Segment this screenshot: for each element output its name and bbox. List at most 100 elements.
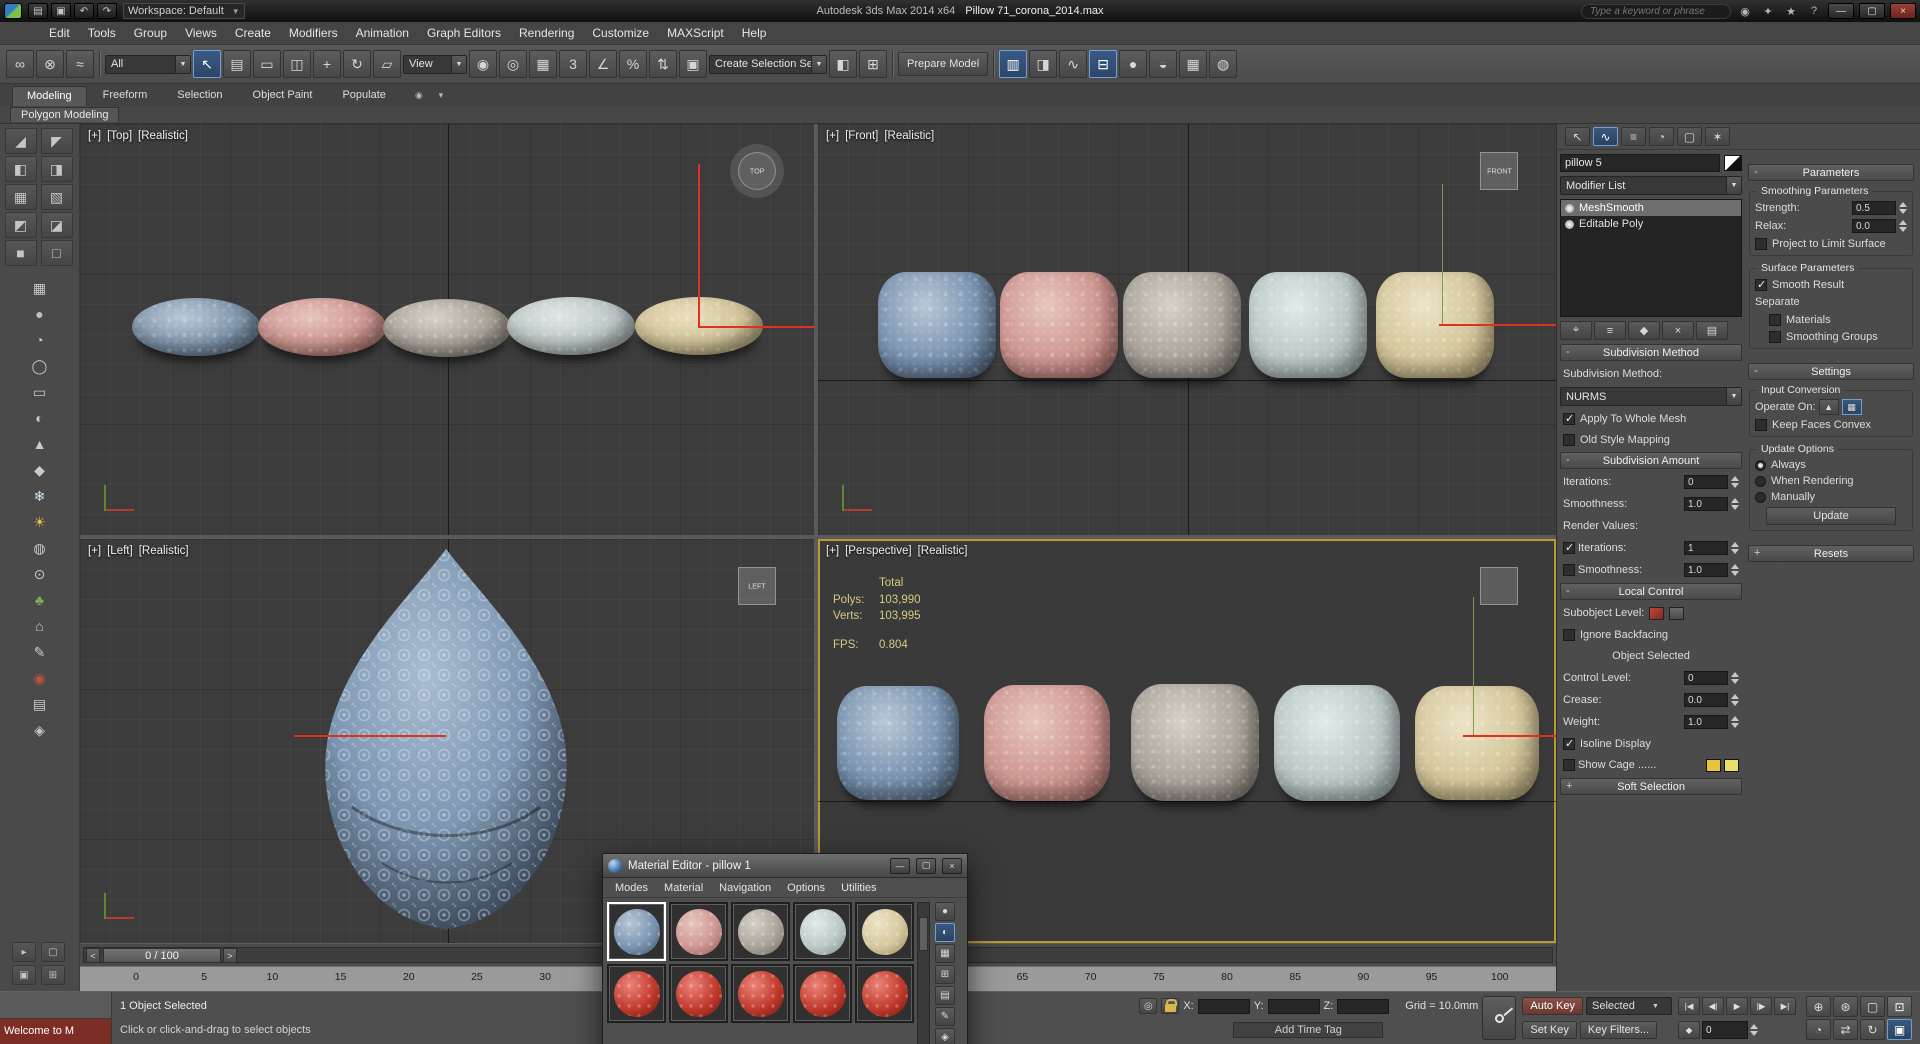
rendered-frame-window-icon[interactable]: ▦ — [1179, 50, 1208, 78]
graphite-tool-icon[interactable]: ▧ — [40, 184, 73, 210]
subdivision-method-dropdown[interactable]: NURMS ▼ — [1560, 387, 1742, 406]
polygon-modeling-panel[interactable]: Polygon Modeling — [10, 107, 120, 122]
graphite-tool-icon[interactable]: □ — [40, 240, 73, 266]
create-cone-icon[interactable]: ▲ — [25, 432, 55, 456]
operate-on-polygon-icon[interactable]: ▦ — [1841, 399, 1862, 415]
isoline-display-checkbox[interactable]: Isoline Display — [1560, 735, 1742, 752]
current-frame-input[interactable] — [1702, 1021, 1748, 1039]
render-production-icon[interactable]: ◍ — [1209, 50, 1238, 78]
project-to-limit-surface-checkbox[interactable]: Project to Limit Surface — [1752, 235, 1910, 252]
render-smoothness-checkbox[interactable] — [1563, 564, 1575, 576]
configure-modifier-sets-button[interactable]: ▤ — [1696, 321, 1728, 340]
cage-selected-color-swatch[interactable] — [1724, 758, 1739, 772]
rail-tool-icon[interactable]: ▢ — [41, 942, 65, 962]
material-slot-red[interactable] — [793, 964, 852, 1023]
percent-snap-toggle-icon[interactable]: % — [619, 50, 647, 78]
ribbon-tab[interactable]: Populate — [328, 86, 399, 106]
undo-icon[interactable]: ↶ — [74, 3, 94, 19]
remove-modifier-button[interactable]: × — [1662, 321, 1694, 340]
menu-item[interactable]: MAXScript — [658, 23, 733, 43]
slots-scrollbar[interactable] — [917, 902, 930, 1044]
set-key-button[interactable]: Set Key — [1522, 1021, 1577, 1039]
graphite-ribbon-toggle-icon[interactable]: ◨ — [1029, 50, 1058, 78]
viewport-menu-shading[interactable]: [Realistic] — [884, 130, 934, 142]
old-style-mapping-checkbox[interactable]: Old Style Mapping — [1560, 431, 1742, 448]
material-slot-red[interactable] — [855, 964, 914, 1023]
sample-type-icon[interactable]: ● — [935, 902, 955, 921]
material-editor-window[interactable]: Material Editor - pillow 1 — ▢ × Modes Ma… — [602, 853, 968, 1044]
spline-tool-icon[interactable]: ✎ — [25, 640, 55, 664]
transform-gizmo-y[interactable] — [1442, 184, 1443, 324]
previous-frame-button[interactable]: ◀| — [1702, 997, 1724, 1015]
app-menu-logo[interactable] — [4, 3, 22, 19]
viewcube[interactable]: FRONT — [1480, 152, 1518, 190]
ribbon-config-icon[interactable]: ◉ — [410, 87, 428, 103]
x-coordinate-input[interactable] — [1197, 998, 1250, 1014]
play-animation-button[interactable]: ▶ — [1726, 997, 1748, 1015]
show-end-result-button[interactable]: ≡ — [1594, 321, 1626, 340]
render-iterations-input[interactable]: 1 — [1684, 541, 1728, 555]
menu-item[interactable]: Group — [125, 23, 176, 43]
relax-spinner[interactable] — [1899, 220, 1907, 232]
pillow-object[interactable] — [258, 298, 386, 356]
rollout-local-control[interactable]: - Local Control — [1560, 583, 1742, 600]
zoom-all-icon[interactable]: ⊛ — [1833, 996, 1858, 1017]
menu-item[interactable]: Create — [226, 23, 280, 43]
minimize-button[interactable]: — — [890, 857, 910, 874]
ribbon-tab[interactable]: Object Paint — [239, 86, 327, 106]
graphite-tool-icon[interactable]: ▦ — [4, 184, 37, 210]
unlink-selection-icon[interactable]: ⊗ — [36, 50, 64, 78]
rail-tool-icon[interactable]: ▣ — [12, 965, 36, 985]
menu-item[interactable]: Edit — [40, 23, 79, 43]
maximize-button[interactable]: ▢ — [1859, 3, 1885, 19]
material-slot-pillow-1[interactable] — [607, 902, 666, 961]
transform-gizmo-x[interactable] — [698, 326, 814, 328]
modifier-stack-row[interactable]: Editable Poly — [1561, 216, 1741, 232]
modifier-enable-icon[interactable] — [1565, 203, 1574, 213]
smoothness-spinner[interactable] — [1731, 498, 1739, 510]
create-capsule-icon[interactable]: ◉ — [25, 666, 55, 690]
snow-particles-icon[interactable]: ❄ — [25, 484, 55, 508]
sunlight-icon[interactable]: ☀ — [25, 510, 55, 534]
select-by-name-icon[interactable]: ▤ — [223, 50, 251, 78]
viewport-menu-pov[interactable]: [Left] — [107, 545, 133, 557]
menu-item[interactable]: Modifiers — [280, 23, 347, 43]
search-input[interactable] — [1581, 3, 1731, 19]
tab-create[interactable]: ↖ — [1565, 127, 1590, 146]
create-geosphere-icon[interactable]: ◐ — [25, 406, 55, 430]
viewport-menu-shading[interactable]: [Realistic] — [138, 130, 188, 142]
bind-to-space-warp-icon[interactable]: ≈ — [66, 50, 94, 78]
keyboard-shortcut-override-icon[interactable]: ▦ — [529, 50, 557, 78]
rollout-resets[interactable]: + Resets — [1748, 545, 1914, 562]
create-cylinder-icon[interactable]: ◔ — [25, 328, 55, 352]
previous-frame-arrow[interactable]: < — [86, 948, 100, 963]
material-editor-menu-item[interactable]: Modes — [607, 880, 656, 896]
viewport-menu-general[interactable]: [+] — [826, 545, 839, 557]
rectangular-selection-region-icon[interactable]: ▭ — [253, 50, 281, 78]
go-to-end-button[interactable]: ▶| — [1774, 997, 1796, 1015]
pillow-object[interactable] — [383, 299, 511, 357]
menu-item[interactable]: Views — [176, 23, 226, 43]
cage-color-swatch[interactable] — [1706, 758, 1721, 772]
weight-spinner[interactable] — [1731, 716, 1739, 728]
modifier-list-dropdown[interactable]: Modifier List ▼ — [1560, 176, 1742, 195]
pillow-object[interactable] — [1131, 684, 1259, 801]
graphite-tool-icon[interactable]: ◪ — [40, 212, 73, 238]
smoothness-input[interactable]: 1.0 — [1684, 497, 1728, 511]
mirror-icon[interactable]: ◧ — [829, 50, 857, 78]
named-selection-sets-dropdown[interactable]: Create Selection Se ▼ — [709, 54, 827, 74]
curve-editor-icon[interactable]: ∿ — [1059, 50, 1088, 78]
material-slot-red[interactable] — [731, 964, 790, 1023]
viewport-menu-general[interactable]: [+] — [826, 130, 839, 142]
object-name-field[interactable] — [1560, 154, 1720, 172]
select-and-rotate-icon[interactable]: ↻ — [343, 50, 371, 78]
pillow-object[interactable] — [878, 272, 996, 378]
render-iterations-checkbox[interactable] — [1563, 541, 1575, 554]
reference-coordinate-system-dropdown[interactable]: View ▼ — [403, 54, 467, 74]
subobject-vertex-icon[interactable] — [1649, 606, 1665, 620]
viewport-menu-pov[interactable]: [Front] — [845, 130, 878, 142]
zoom-icon[interactable]: ⊕ — [1806, 996, 1831, 1017]
update-when-rendering-radio[interactable]: When Rendering — [1752, 473, 1910, 489]
iterations-spinner[interactable] — [1731, 476, 1739, 488]
create-teapot-icon[interactable]: ⊙ — [25, 562, 55, 586]
